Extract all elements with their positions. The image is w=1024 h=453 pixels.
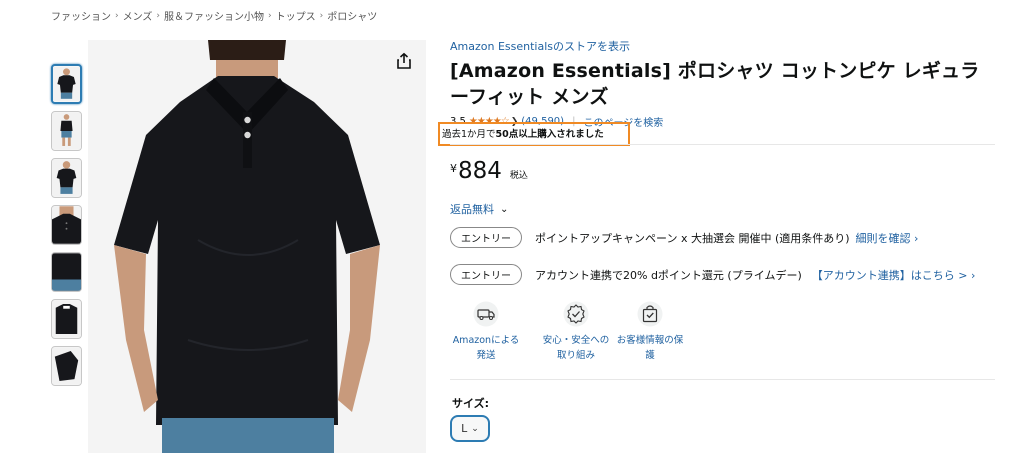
thumbnail-collar[interactable] [51, 205, 82, 245]
promo-row-campaign: エントリー ポイントアップキャンペーン x 大抽選会 開催中 (適用条件あり) … [450, 227, 918, 248]
thumbnail-full-body[interactable] [51, 111, 82, 151]
product-info: Amazon Essentialsのストアを表示 [Amazon Essenti… [438, 38, 995, 442]
thumbnail-strip [51, 64, 84, 393]
feature-safety[interactable]: 安心・安全への 取り組み [540, 301, 612, 363]
breadcrumb-polo[interactable]: ポロシャツ [327, 8, 377, 23]
feature-label-line1: Amazonによる [452, 335, 520, 346]
thumbnail-detail[interactable] [51, 252, 82, 292]
shield-badge-icon [563, 301, 589, 327]
divider-line [450, 379, 995, 380]
size-dropdown[interactable]: L ⌄ [450, 415, 490, 442]
thumbnail-folded[interactable] [51, 346, 82, 386]
breadcrumb-fashion[interactable]: ファッション [51, 8, 111, 23]
tax-label: 税込 [509, 171, 528, 181]
feature-privacy[interactable]: お客様情報の保 護 [614, 301, 686, 363]
breadcrumb-separator: › [156, 10, 161, 21]
account-link[interactable]: 【アカウント連携】はこちら > › [812, 267, 976, 283]
entry-button[interactable]: エントリー [450, 227, 522, 248]
feature-label-line1: 安心・安全への [542, 335, 610, 346]
thumbnail-flat[interactable] [51, 299, 82, 339]
free-returns-label: 返品無料 [450, 203, 494, 216]
breadcrumb-tops[interactable]: トップス [276, 8, 316, 23]
promo-details-link[interactable]: 細則を確認 › [856, 230, 919, 246]
free-returns-link[interactable]: 返品無料 ⌄ [450, 201, 508, 217]
share-icon[interactable] [395, 52, 413, 70]
entry-button[interactable]: エントリー [450, 264, 522, 285]
main-product-image[interactable] [88, 40, 426, 453]
breadcrumb-separator: › [268, 10, 272, 21]
feature-label-line2: 発送 [476, 350, 496, 361]
truck-icon [473, 301, 499, 327]
feature-amazon-shipping[interactable]: Amazonによる 発送 [450, 301, 522, 363]
promo-text: アカウント連携で20% dポイント還元 (プライムデー) [535, 268, 802, 282]
store-link[interactable]: Amazon Essentialsのストアを表示 [450, 38, 995, 54]
chevron-down-icon: ⌄ [500, 203, 509, 215]
promo-row-dpoint: エントリー アカウント連携で20% dポイント還元 (プライムデー) 【アカウン… [450, 264, 975, 285]
price-amount: 884 [458, 158, 502, 184]
breadcrumb: ファッション › メンズ › 服＆ファッション小物 › トップス › ポロシャツ [51, 8, 377, 24]
purchase-badge-prefix: 過去1か月で [442, 129, 496, 140]
product-title: [Amazon Essentials] ポロシャツ コットンピケ レギュラーフィ… [450, 60, 980, 108]
thumbnail-back[interactable] [51, 158, 82, 198]
breadcrumb-separator: › [319, 10, 324, 21]
secure-bag-icon [637, 301, 663, 327]
size-selected-value: L [461, 422, 468, 435]
chevron-down-icon: ⌄ [471, 423, 479, 434]
promo-text: ポイントアップキャンペーン x 大抽選会 開催中 (適用条件あり) [535, 231, 850, 245]
currency-symbol: ¥ [450, 162, 457, 175]
divider-line [450, 144, 995, 145]
feature-icons: Amazonによる 発送 安心・安全への 取り組み お客様情報の保 護 [450, 301, 686, 363]
thumbnail-front[interactable] [51, 64, 82, 104]
purchase-badge: 過去1か月で50点以上購入されました [442, 126, 604, 140]
purchase-badge-bold: 50点以上購入されました [495, 129, 604, 140]
feature-label-line2: 取り組み [556, 350, 595, 361]
breadcrumb-mens[interactable]: メンズ [123, 8, 153, 23]
breadcrumb-separator: › [115, 10, 119, 21]
price: ¥ 884 税込 [450, 158, 528, 184]
breadcrumb-clothing[interactable]: 服＆ファッション小物 [164, 8, 264, 23]
feature-label-line1: お客様情報の保 [616, 335, 684, 346]
feature-label-line2: 護 [645, 350, 655, 361]
size-label: サイズ: [452, 397, 490, 410]
